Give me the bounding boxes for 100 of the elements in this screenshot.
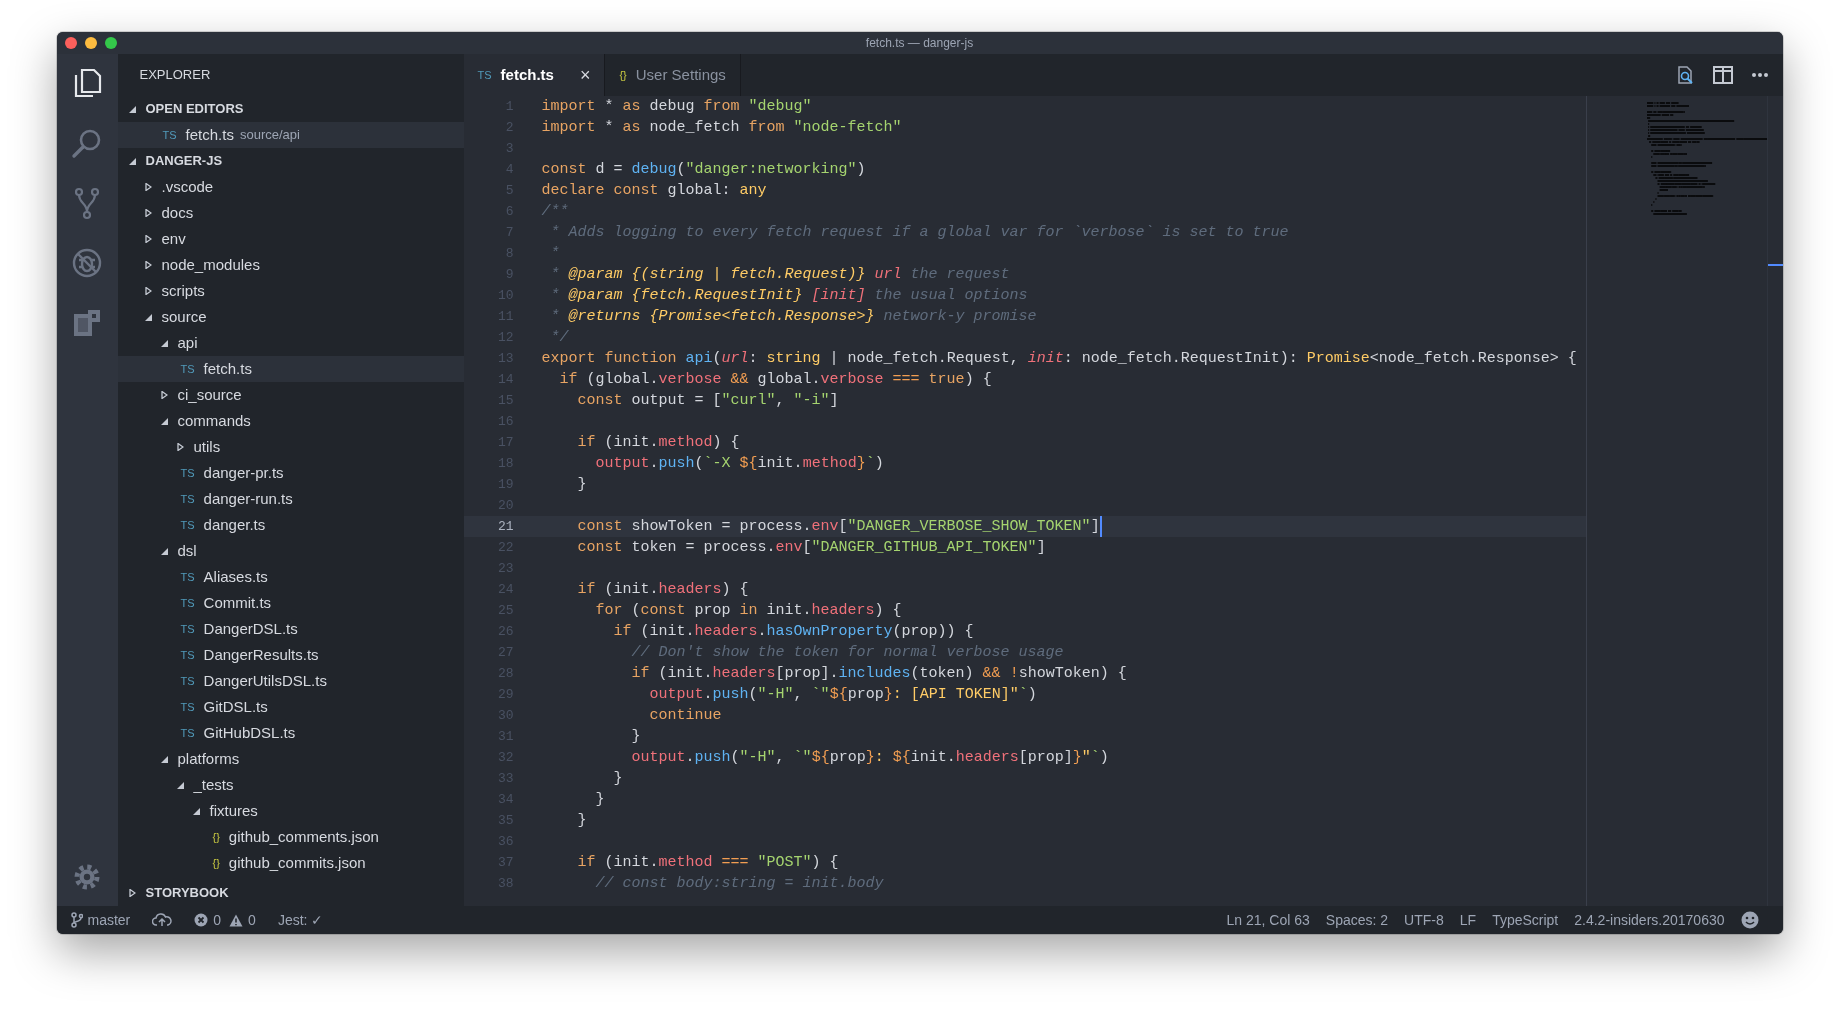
code-line: for (const prop in init.headers) { [594, 601, 902, 621]
folder-item[interactable]: docs [117, 200, 464, 226]
section-header[interactable]: OPEN EDITORS [117, 96, 464, 122]
expanded-arrow-icon[interactable] [159, 417, 168, 425]
status-text[interactable]: TypeScript [1492, 909, 1559, 931]
code-line: if (init.method) { [576, 433, 740, 453]
collapsed-arrow-icon[interactable] [143, 209, 152, 217]
code-line: /** [541, 202, 569, 222]
collapsed-arrow-icon[interactable] [175, 443, 184, 451]
tree-item[interactable]: TS danger-pr.ts [117, 460, 464, 486]
section-header[interactable]: STORYBOOK [117, 880, 464, 906]
folder-item[interactable]: dsl [117, 538, 464, 564]
typescript-file-icon: TS [180, 490, 195, 508]
bug-icon[interactable] [70, 246, 104, 280]
collapsed-arrow-icon[interactable] [143, 287, 152, 295]
file-name: danger-pr.ts [203, 462, 284, 483]
editor-tab[interactable]: {} User Settings [605, 54, 741, 96]
status-count[interactable]: master [87, 909, 131, 931]
code-line: * @returns {Promise<fetch.Response>} network-y promise [549, 307, 1037, 327]
code-line: if (init.headers[prop].includes(token) && !showToken) { [630, 664, 1127, 684]
expanded-arrow-icon[interactable] [127, 105, 136, 113]
zoom-window-button[interactable] [104, 37, 117, 49]
collapsed-arrow-icon[interactable] [159, 391, 168, 399]
typescript-file-icon: TS [180, 360, 195, 378]
cloud-upload-icon[interactable] [152, 913, 173, 927]
status-text[interactable]: Ln 21, Col 63 [1226, 909, 1310, 931]
folder-item[interactable]: api [117, 330, 464, 356]
typescript-file-icon: TS [180, 620, 195, 638]
folder-item[interactable]: .vscode [117, 174, 464, 200]
file-name: fetch.ts [185, 124, 234, 145]
minimize-window-button[interactable] [84, 37, 97, 49]
editor-tab[interactable]: TS fetch.ts × [463, 54, 606, 96]
tree-item[interactable]: TS danger-run.ts [117, 486, 464, 512]
section-header[interactable]: DANGER-JS [117, 148, 464, 174]
smiley-icon[interactable] [1740, 911, 1759, 929]
code-line: import * as debug from "debug" [541, 97, 812, 117]
close-window-button[interactable] [64, 37, 77, 49]
collapsed-arrow-icon[interactable] [143, 183, 152, 191]
tree-item[interactable]: TS DangerDSL.ts [117, 616, 464, 642]
status-text[interactable]: Spaces: 2 [1325, 909, 1389, 931]
folder-item[interactable]: source [117, 304, 464, 330]
folder-item[interactable]: platforms [117, 746, 464, 772]
folder-item[interactable]: node_modules [117, 252, 464, 278]
expanded-arrow-icon[interactable] [175, 781, 184, 789]
file-name: Aliases.ts [203, 566, 268, 587]
expanded-arrow-icon[interactable] [191, 807, 200, 815]
code-line: const d = debug("danger:networking") [541, 160, 866, 180]
tree-item[interactable]: {} github_comments.json [117, 824, 464, 850]
folder-name: dsl [177, 540, 197, 561]
tree-item[interactable]: TS danger.ts [117, 512, 464, 538]
scrollbar[interactable] [1766, 96, 1783, 906]
tree-item[interactable]: TS GitHubDSL.ts [117, 720, 464, 746]
code-line: } [576, 811, 587, 831]
expanded-arrow-icon[interactable] [159, 547, 168, 555]
file-name: danger.ts [203, 514, 266, 535]
line-number: 21 [496, 518, 514, 536]
tree-item[interactable]: TS DangerResults.ts [117, 642, 464, 668]
tree-item[interactable]: TS Commit.ts [117, 590, 464, 616]
folder-name: _tests [193, 774, 234, 795]
expanded-arrow-icon[interactable] [159, 339, 168, 347]
code-line: if (init.method === "POST") { [576, 853, 839, 873]
typescript-file-icon: TS [180, 464, 195, 482]
collapsed-arrow-icon[interactable] [143, 235, 152, 243]
tree-item[interactable]: TS GitDSL.ts [117, 694, 464, 720]
expanded-arrow-icon[interactable] [159, 755, 168, 763]
status-text[interactable]: LF [1459, 909, 1477, 931]
collapsed-arrow-icon[interactable] [127, 889, 136, 897]
selected-tree-item[interactable]: TS fetch.ts source/api [117, 122, 464, 148]
folder-item[interactable]: commands [117, 408, 464, 434]
tree-item[interactable]: {} github_commits.json [117, 850, 464, 876]
status-text[interactable]: UTF-8 [1404, 909, 1444, 931]
close-tab-button[interactable]: × [579, 61, 591, 89]
folder-item[interactable]: env [117, 226, 464, 252]
folder-name: ci_source [177, 384, 242, 405]
status-count[interactable]: 0 [213, 909, 222, 931]
code-line: } [612, 769, 623, 789]
folder-name: fixtures [209, 800, 258, 821]
file-name: danger-run.ts [203, 488, 293, 509]
folder-item[interactable]: utils [117, 434, 464, 460]
status-text[interactable]: Jest: ✓ [277, 909, 324, 931]
more-actions-icon[interactable] [1750, 72, 1769, 78]
folder-item[interactable]: fixtures [117, 798, 464, 824]
code-line: const token = process.env["DANGER_GITHUB_API_TOKEN"] [576, 538, 1046, 558]
tree-item[interactable]: TS DangerUtilsDSL.ts [117, 668, 464, 694]
code-line: output.push("-H", `"${prop}: ${init.headers[prop]}"`) [630, 748, 1109, 768]
expanded-arrow-icon[interactable] [127, 157, 136, 165]
code-line: const showToken = process.env["DANGER_VERBOSE_SHOW_TOKEN"] [576, 517, 1100, 537]
status-count[interactable]: 0 [248, 909, 256, 931]
folder-item[interactable]: _tests [117, 772, 464, 798]
status-text[interactable]: 2.4.2-insiders.20170630 [1574, 909, 1725, 931]
folder-item[interactable]: scripts [117, 278, 464, 304]
expanded-arrow-icon[interactable] [143, 313, 152, 321]
file-name: DangerResults.ts [203, 644, 319, 665]
tree-item[interactable]: TS Aliases.ts [117, 564, 464, 590]
folder-item[interactable]: ci_source [117, 382, 464, 408]
split-editor-icon[interactable] [1712, 66, 1733, 84]
collapsed-arrow-icon[interactable] [143, 261, 152, 269]
selected-tree-item[interactable]: TS fetch.ts [117, 356, 464, 382]
file-name: github_comments.json [228, 826, 379, 847]
typescript-file-icon: TS [162, 126, 177, 144]
